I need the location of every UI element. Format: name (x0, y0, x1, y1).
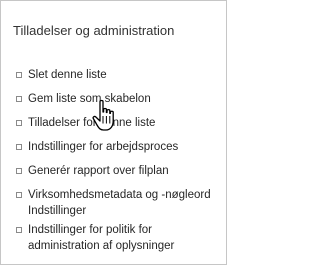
list-item-permissions: Tilladelser for denne liste (16, 115, 155, 131)
list-item-delete-list: Slet denne liste (16, 67, 107, 83)
information-management-policy-settings-link[interactable]: Indstillinger for politik for administra… (28, 222, 221, 254)
workflow-settings-link[interactable]: Indstillinger for arbejdsproces (28, 139, 178, 155)
list-item-policy-settings: Indstillinger for politik for administra… (16, 222, 221, 254)
list-item-metadata-settings: Virksomhedsmetadata og -nøgleord Indstil… (16, 187, 221, 219)
bullet-icon (16, 96, 22, 102)
bullet-icon (16, 168, 22, 174)
section-title: Tilladelser og administration (13, 23, 175, 38)
list-item-save-as-template: Gem liste som skabelon (16, 91, 151, 107)
bullet-icon (16, 72, 22, 78)
list-item-workflow-settings: Indstillinger for arbejdsproces (16, 139, 178, 155)
bullet-icon (16, 227, 22, 233)
permissions-management-panel: Tilladelser og administration Slet denne… (0, 0, 227, 265)
bullet-icon (16, 192, 22, 198)
permissions-for-list-link[interactable]: Tilladelser for denne liste (28, 115, 155, 131)
save-list-as-template-link[interactable]: Gem liste som skabelon (28, 91, 151, 107)
generate-file-plan-report-link[interactable]: Generér rapport over filplan (28, 163, 169, 179)
delete-list-link[interactable]: Slet denne liste (28, 67, 107, 83)
bullet-icon (16, 120, 22, 126)
bullet-icon (16, 144, 22, 150)
list-item-file-plan-report: Generér rapport over filplan (16, 163, 169, 179)
enterprise-metadata-keywords-settings-link[interactable]: Virksomhedsmetadata og -nøgleord Indstil… (28, 187, 221, 219)
